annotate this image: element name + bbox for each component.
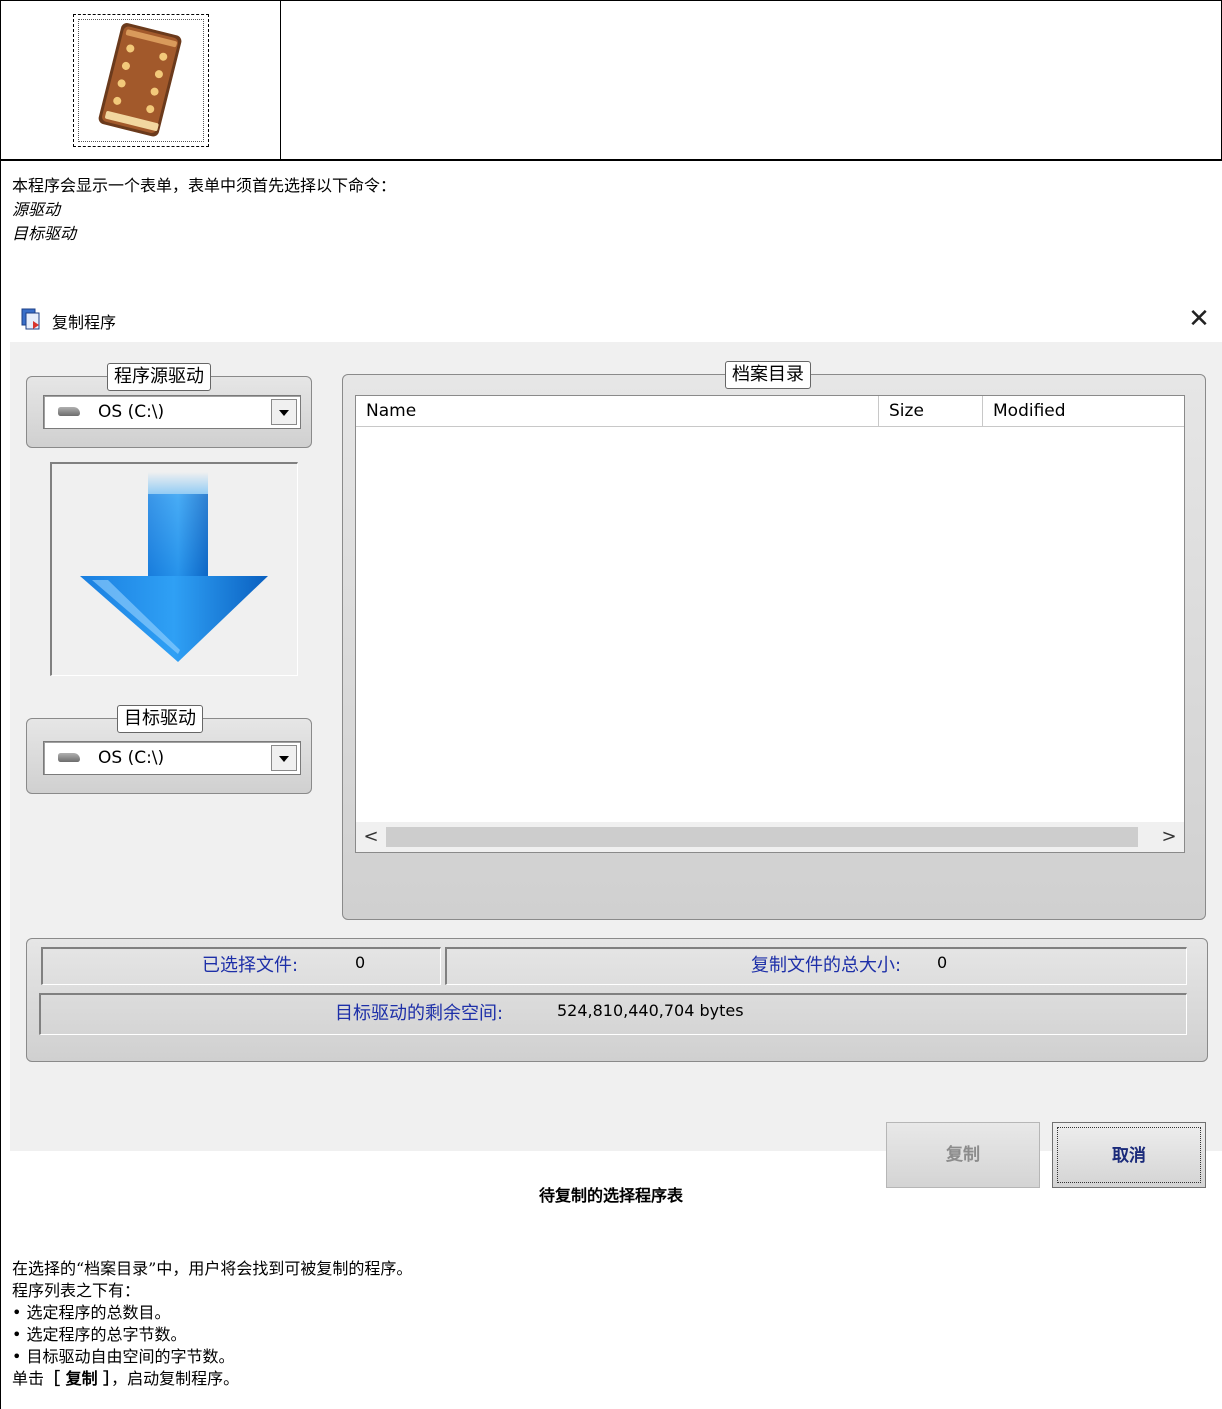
intro-item-target-drive: 目标驱动 [12, 224, 77, 243]
target-drive-group: 目标驱动 OS (C:\) [26, 705, 312, 794]
cancel-button-label: 取消 [1057, 1127, 1201, 1183]
target-drive-label: 目标驱动 [117, 705, 203, 733]
selected-files-label: 已选择文件: [202, 955, 299, 976]
intro-line: 本程序会显示一个表单，表单中须首先选择以下命令： [12, 176, 397, 195]
selected-files-value: 0 [355, 953, 366, 972]
status-panel: 已选择文件: 0 复制文件的总大小: 0 目标驱动的剩余空间: 524,810,… [26, 938, 1208, 1062]
dropdown-arrow-icon[interactable] [271, 399, 297, 425]
source-drive-label: 程序源驱动 [107, 363, 211, 391]
body-line-2: 程序列表之下有： [12, 1281, 141, 1300]
intro-item-source-drive: 源驱动 [12, 200, 61, 219]
scroll-right-icon[interactable]: > [1156, 824, 1182, 850]
dialog-titlebar: 复制程序 ✕ [10, 296, 1222, 342]
header-row-divider [0, 159, 1222, 161]
arrow-panel [50, 462, 298, 676]
scrollbar-thumb[interactable] [386, 827, 1138, 847]
drive-icon [58, 753, 80, 762]
last-line-suffix: ，启动复制程序。 [111, 1369, 240, 1388]
free-space-value: 524,810,440,704 bytes [557, 1001, 744, 1020]
scroll-left-icon[interactable]: < [358, 824, 384, 850]
file-list[interactable]: Name Size Modified < > [355, 395, 1185, 853]
column-size[interactable]: Size [879, 396, 983, 426]
bullet-item: 选定程序的总字节数。 [12, 1324, 412, 1346]
dropdown-arrow-icon[interactable] [271, 745, 297, 771]
dialog-body: 程序源驱动 OS (C:\) 目标驱动 OS (C:\) 档案目录 Name S… [10, 342, 1222, 1188]
cancel-button[interactable]: 取消 [1052, 1122, 1206, 1188]
figure-caption: 待复制的选择程序表 [538, 1186, 683, 1205]
bullet-item: 目标驱动自由空间的字节数。 [12, 1346, 412, 1368]
source-drive-group: 程序源驱动 OS (C:\) [26, 363, 312, 448]
copy-button[interactable]: 复制 [886, 1122, 1040, 1188]
archive-directory-label: 档案目录 [725, 361, 811, 389]
copy-command-reference: ［ 复制 ］ [44, 1369, 112, 1388]
dialog-title: 复制程序 [52, 313, 117, 332]
horizontal-scrollbar[interactable]: < > [356, 822, 1184, 852]
down-arrow-graphic [80, 472, 268, 662]
drive-icon [58, 407, 80, 416]
book-icon [73, 14, 209, 147]
close-icon[interactable]: ✕ [1184, 304, 1214, 334]
copy-program-dialog: 复制程序 ✕ 程序源驱动 OS (C:\) 目标驱动 OS (C:\) 档案目录… [10, 296, 1222, 1188]
total-size-value: 0 [937, 953, 948, 972]
column-modified[interactable]: Modified [983, 396, 1184, 426]
body-text: 在选择的“档案目录”中，用户将会找到可被复制的程序。 程序列表之下有： 选定程序… [12, 1258, 412, 1390]
source-drive-value: OS (C:\) [98, 402, 165, 422]
column-name[interactable]: Name [356, 396, 879, 426]
table-top-border [0, 0, 1222, 1]
target-drive-select[interactable]: OS (C:\) [43, 741, 301, 775]
archive-directory-group: 档案目录 Name Size Modified < > [342, 361, 1206, 920]
last-line-prefix: 单击 [12, 1369, 45, 1388]
bullet-item: 选定程序的总数目。 [12, 1302, 412, 1324]
body-last-line: 单击［ 复制 ］，启动复制程序。 [12, 1368, 412, 1390]
header-cell-divider [280, 0, 281, 160]
body-line-1: 在选择的“档案目录”中，用户将会找到可被复制的程序。 [12, 1259, 413, 1278]
free-space-label: 目标驱动的剩余空间: [335, 1003, 504, 1024]
page-frame: 本程序会显示一个表单，表单中须首先选择以下命令： 源驱动 目标驱动 复制程序 ✕… [0, 0, 1222, 1409]
intro-text: 本程序会显示一个表单，表单中须首先选择以下命令： 源驱动 目标驱动 [12, 174, 396, 246]
app-copy-icon [21, 308, 40, 330]
source-drive-select[interactable]: OS (C:\) [43, 395, 301, 429]
file-list-header: Name Size Modified [356, 396, 1184, 427]
total-size-label: 复制文件的总大小: [751, 955, 902, 976]
target-drive-value: OS (C:\) [98, 748, 165, 768]
